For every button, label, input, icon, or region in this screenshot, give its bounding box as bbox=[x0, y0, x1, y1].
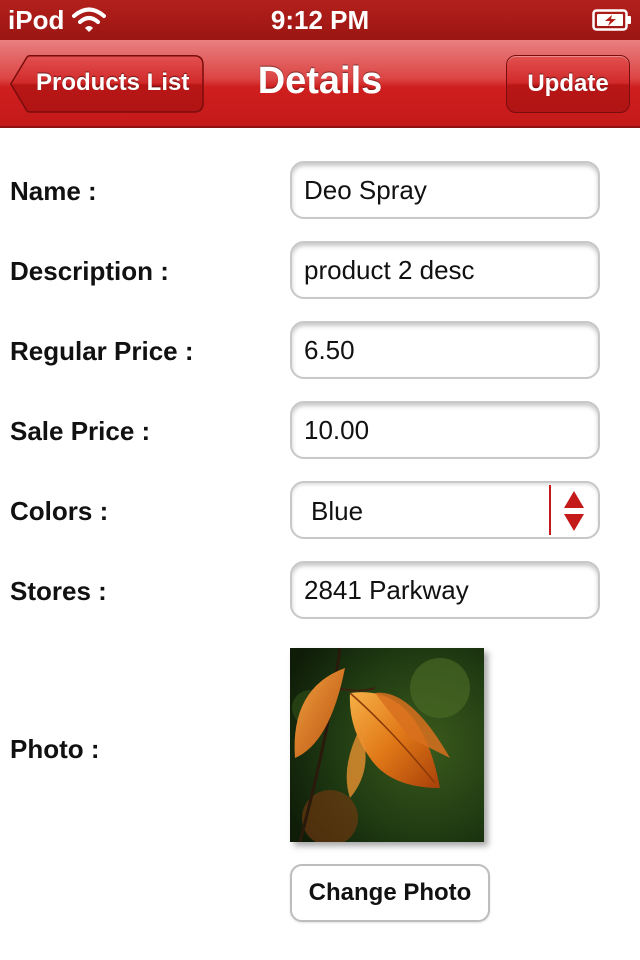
photo-label: Photo : bbox=[10, 734, 100, 764]
description-field[interactable]: product 2 desc bbox=[290, 241, 600, 299]
colors-selected-value: Blue bbox=[311, 496, 364, 526]
change-photo-button[interactable]: Change Photo bbox=[290, 864, 490, 922]
name-field[interactable]: Deo Spray bbox=[290, 161, 600, 219]
regular-price-label: Regular Price : bbox=[10, 336, 194, 366]
status-bar: iPod 9:12 PM bbox=[0, 0, 640, 40]
stores-field[interactable]: 2841 Parkway bbox=[290, 561, 600, 619]
status-time: 9:12 PM bbox=[270, 5, 370, 35]
name-label: Name : bbox=[10, 176, 97, 206]
up-down-arrows-icon bbox=[564, 491, 584, 531]
select-divider bbox=[549, 485, 551, 535]
leaf-image bbox=[290, 648, 484, 842]
regular-price-field[interactable]: 6.50 bbox=[290, 321, 600, 379]
product-photo bbox=[290, 648, 484, 842]
battery-charging-icon bbox=[592, 9, 631, 31]
navigation-bar: Products List Details Update bbox=[0, 40, 640, 128]
stores-label: Stores : bbox=[10, 576, 107, 606]
sale-price-label: Sale Price : bbox=[10, 416, 151, 446]
colors-select[interactable]: Blue bbox=[290, 481, 600, 539]
sale-price-field[interactable]: 10.00 bbox=[290, 401, 600, 459]
colors-label: Colors : bbox=[10, 496, 109, 526]
update-button[interactable]: Update bbox=[506, 55, 630, 113]
description-label: Description : bbox=[10, 256, 169, 286]
